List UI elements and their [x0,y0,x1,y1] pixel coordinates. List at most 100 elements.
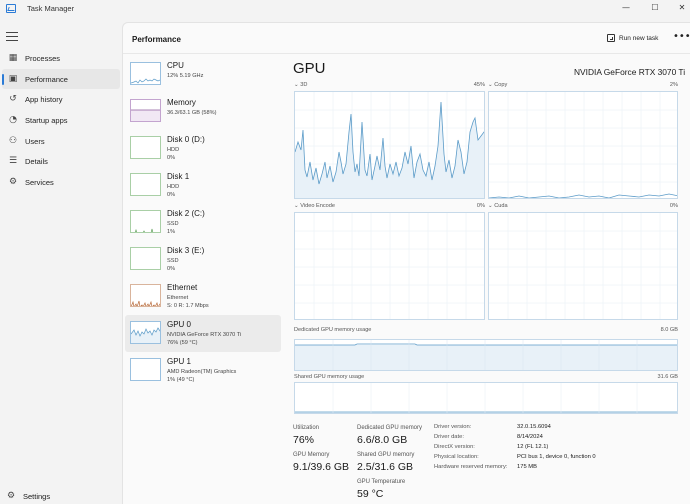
device-item-memory[interactable]: Memory 36.3/63.1 GB (58%) [125,93,281,130]
engine-label: Cuda [494,203,508,209]
run-new-task-button[interactable]: Run new task [607,31,658,45]
sidebar-item-label: App history [25,95,63,105]
speedometer-icon: ◔ [9,115,17,126]
device-detail-line: 12% 5.19 GHz [167,73,204,79]
shared-memory-max: 31.6 GB [657,374,678,380]
graph-3d [294,91,485,199]
graph-copy [488,91,678,199]
gpu-memory-value: 9.1/39.6 GB [293,461,350,473]
device-detail-line: Ethernet [167,295,189,301]
utilization-label: Utilization [293,425,320,431]
device-item-gpu-0[interactable]: GPU 0 NVIDIA GeForce RTX 3070 Ti 76% (59 … [125,315,281,352]
device-name: Disk 1 [167,172,190,181]
sidebar-item-performance[interactable]: ▣ Performance [2,68,120,90]
physical-location-label: Physical location: [434,454,479,460]
engine-selector-video-encode[interactable]: ⌄ Video Encode [294,203,335,209]
disk-thumbnail [130,136,161,159]
device-item-disk-1[interactable]: Disk 1 HDD 0% [125,167,281,204]
device-item-gpu-1[interactable]: GPU 1 AMD Radeon(TM) Graphics 1% (49 °C) [125,352,281,389]
sidebar-item-label: Services [25,177,54,187]
device-detail-line: S: 0 R: 1.7 Mbps [167,303,209,309]
device-detail: NVIDIA GeForce RTX 3070 Ti 76% (59 °C) [167,331,241,347]
device-detail-line: 36.3/63.1 GB (58%) [167,110,217,116]
device-item-disk-2[interactable]: Disk 2 (C:) SSD 1% [125,204,281,241]
device-item-cpu[interactable]: CPU 12% 5.19 GHz [125,56,281,93]
ethernet-thumbnail [130,284,161,307]
device-detail-line: 1% [167,229,176,235]
sidebar-item-services[interactable]: ⚙ Services [2,172,120,193]
engine-percent: 0% [476,203,485,209]
device-detail-line: HDD [167,184,180,190]
header-divider [123,53,690,54]
device-detail: SSD 1% [167,220,179,236]
run-task-icon [607,34,615,42]
device-detail-line: HDD [167,147,180,153]
sidebar-item-label: Performance [25,74,68,84]
engine-percent: 45% [473,82,485,88]
device-item-ethernet[interactable]: Ethernet Ethernet S: 0 R: 1.7 Mbps [125,278,281,315]
device-detail-line: 0% [167,266,176,272]
device-item-disk-0[interactable]: Disk 0 (D:) HDD 0% [125,130,281,167]
sidebar-item-startup-apps[interactable]: ◔ Startup apps [2,110,120,131]
shared-memory-graph [294,382,678,414]
gpu-thumbnail [130,321,161,344]
hamburger-menu-icon[interactable] [6,32,18,42]
driver-version-value: 32.0.15.6094 [517,424,551,430]
device-detail: HDD 0% [167,183,179,199]
run-new-task-label: Run new task [619,34,659,42]
app-title: Task Manager [27,4,75,13]
sidebar-item-users[interactable]: ⚇ Users [2,131,120,152]
device-name: Disk 3 (E:) [167,246,205,255]
device-detail: SSD 0% [167,257,179,273]
device-item-disk-3[interactable]: Disk 3 (E:) SSD 0% [125,241,281,278]
maximize-button[interactable]: ☐ [641,1,669,15]
device-detail: Ethernet S: 0 R: 1.7 Mbps [167,294,209,310]
engine-label: Copy [494,82,508,88]
gpu-model-name: NVIDIA GeForce RTX 3070 Ti [574,67,686,77]
driver-date-label: Driver date: [434,434,464,440]
device-detail-line: SSD [167,258,179,264]
gpu-memory-label: GPU Memory [293,452,330,458]
device-name: GPU 1 [167,357,192,366]
hardware-reserved-memory-value: 175 MB [517,464,537,470]
device-detail-line: SSD [167,221,179,227]
dedicated-memory-max: 8.0 GB [660,327,678,333]
dedicated-memory-label: Dedicated GPU memory usage [294,327,372,333]
physical-location-value: PCI bus 1, device 0, function 0 [517,454,596,460]
close-button[interactable]: ✕ [668,1,690,15]
grid-icon: ▦ [8,53,18,63]
sidebar-item-settings[interactable]: ⚙ Settings [2,488,120,504]
sidebar-item-details[interactable]: ☰ Details [2,151,120,172]
task-manager-icon [6,4,16,13]
task-manager-window: Task Manager — ☐ ✕ ▦ Processes ▣ Perform… [0,0,690,504]
cpu-thumbnail [130,62,161,85]
memory-thumbnail [130,99,161,122]
more-options-button[interactable]: ••• [673,32,690,42]
sidebar-item-processes[interactable]: ▦ Processes [2,48,120,69]
sidebar-nav: ▦ Processes ▣ Performance ↺ App history … [0,48,122,193]
chart-icon: ▣ [8,73,18,84]
disk-thumbnail [130,210,161,233]
device-detail-line: NVIDIA GeForce RTX 3070 Ti [167,332,242,338]
device-detail: AMD Radeon(TM) Graphics 1% (49 °C) [167,368,236,384]
list-icon: ☰ [8,156,18,167]
users-icon: ⚇ [8,135,18,146]
device-name: Disk 0 (D:) [167,135,205,144]
performance-panel: Performance Run new task ••• CPU 12% 5.1… [122,22,690,504]
device-detail-line: 76% (59 °C) [167,340,198,346]
sidebar-item-app-history[interactable]: ↺ App history [2,89,120,110]
gpu-temperature-label: GPU Temperature [357,479,406,485]
device-detail-line: 1% (49 °C) [167,377,195,383]
gpu-title: GPU [293,60,326,77]
engine-selector-3d[interactable]: ⌄ 3D [294,82,307,88]
engine-selector-copy[interactable]: ⌄ Copy [488,82,507,88]
gpu-temperature-value: 59 °C [357,488,384,500]
device-name: CPU [167,61,184,70]
gear-icon: ⚙ [6,491,16,501]
engine-selector-cuda[interactable]: ⌄ Cuda [488,203,508,209]
directx-version-value: 12 (FL 12.1) [517,444,549,450]
dedicated-memory-graph [294,339,678,371]
graph-cuda [488,212,678,320]
minimize-button[interactable]: — [612,1,640,15]
gpu-thumbnail [130,358,161,381]
